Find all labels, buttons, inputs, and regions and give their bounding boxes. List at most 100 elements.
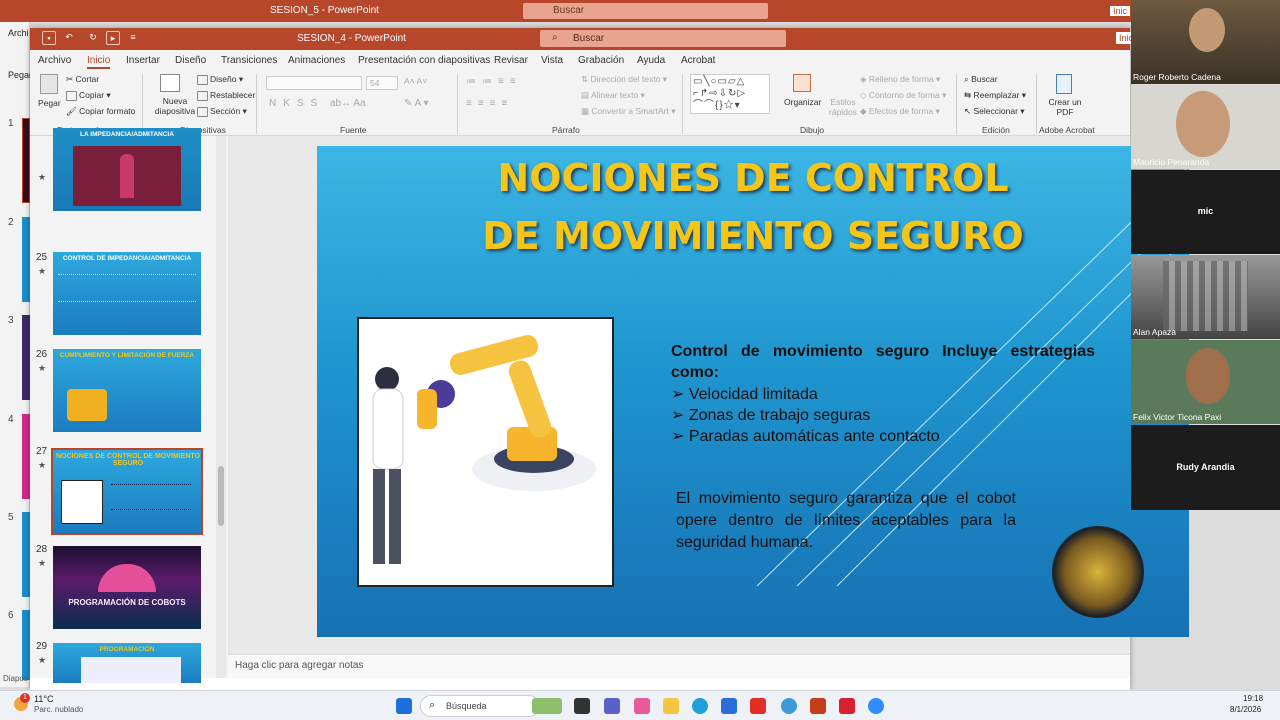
tab-insertar[interactable]: Insertar — [126, 55, 160, 66]
back-paste-partial[interactable]: Pegar — [8, 70, 32, 80]
powerpoint-taskbar-icon[interactable] — [810, 698, 826, 714]
shape-outline-button[interactable]: ◇ Contorno de forma ▾ — [860, 90, 946, 101]
tab-revisar[interactable]: Revisar — [494, 55, 528, 66]
back-thumb[interactable] — [22, 315, 30, 400]
back-slide-number[interactable]: 5 — [8, 512, 14, 523]
participant-video[interactable]: Roger Roberto Cadena — [1131, 0, 1280, 84]
edge-icon[interactable] — [692, 698, 708, 714]
quick-styles-button[interactable]: Estilos rápidos — [826, 97, 860, 117]
tab-diseno[interactable]: Diseño — [175, 55, 206, 66]
shape-effects-button[interactable]: ◆ Efectos de forma ▾ — [860, 106, 940, 117]
section-button[interactable]: Sección ▾ — [197, 106, 247, 117]
back-thumb[interactable] — [22, 414, 30, 499]
tab-inicio[interactable]: Inicio — [87, 55, 111, 69]
new-slide-icon[interactable] — [160, 74, 180, 92]
back-user-button[interactable]: Inic — [1110, 6, 1131, 16]
undo-icon[interactable]: ↶ — [62, 31, 76, 45]
clock-time[interactable]: 19:18 — [1243, 694, 1263, 703]
tab-vista[interactable]: Vista — [541, 55, 563, 66]
copilot-icon[interactable] — [634, 698, 650, 714]
tab-transiciones[interactable]: Transiciones — [221, 55, 277, 66]
back-slide-number[interactable]: 6 — [8, 610, 14, 621]
weather-desc[interactable]: Parc. nublado — [34, 705, 83, 714]
slide-thumbnail[interactable]: CUMPLIMIENTO Y LIMITACIÓN DE FUERZA — [53, 349, 201, 432]
tab-archivo[interactable]: Archivo — [38, 55, 71, 66]
participant-tile[interactable]: Rudy Arandia — [1131, 425, 1280, 510]
participant-video[interactable]: Mauricio Penaranda — [1131, 85, 1280, 169]
zoom-icon[interactable] — [868, 698, 884, 714]
font-family-select[interactable] — [266, 76, 362, 90]
clock-date[interactable]: 8/1/2026 — [1230, 705, 1261, 714]
layout-button[interactable]: Diseño ▾ — [197, 74, 243, 85]
redo-icon[interactable]: ↻ — [86, 31, 100, 45]
find-button[interactable]: ⌕ Buscar — [964, 74, 998, 85]
back-thumb[interactable] — [22, 610, 30, 680]
customize-qat-icon[interactable]: ≡ — [126, 31, 140, 45]
tab-presentacion[interactable]: Presentación con diapositivas — [358, 55, 490, 66]
notes-pane[interactable]: Haga clic para agregar notas — [228, 654, 1130, 678]
search-box[interactable]: ⌕ Buscar — [540, 30, 786, 47]
tab-ayuda[interactable]: Ayuda — [637, 55, 665, 66]
text-direction-button[interactable]: ⇅ Dirección del texto ▾ — [581, 74, 667, 85]
slide-thumbnails-pane[interactable]: ★ LA IMPEDANCIA/ADMITANCIA 25 ★ CONTROL … — [30, 128, 228, 683]
align-text-button[interactable]: ▤ Alinear texto ▾ — [581, 90, 645, 101]
widgets-icon[interactable] — [532, 698, 562, 714]
teams-icon[interactable] — [604, 698, 620, 714]
font-format-buttons[interactable]: NKSS — [269, 98, 324, 109]
shapes-gallery[interactable]: ▭╲○▭▱△ ⌐↱⇨⇩↻▷ ⌒⌒{}☆▾ — [690, 74, 770, 114]
back-search-box[interactable]: Buscar — [523, 3, 768, 19]
back-thumb[interactable] — [22, 118, 30, 203]
store-icon[interactable] — [721, 698, 737, 714]
arrange-icon[interactable] — [793, 74, 811, 92]
back-menu-partial[interactable]: Archi — [8, 28, 29, 38]
new-slide-button[interactable]: Nueva diapositiva — [148, 96, 202, 116]
font-grow-icon[interactable]: A˄ A˅ — [404, 76, 427, 86]
smartart-button[interactable]: ▦ Convertir a SmartArt ▾ — [581, 106, 676, 117]
task-view-icon[interactable] — [574, 698, 590, 714]
present-icon[interactable]: ▸ — [106, 31, 120, 45]
reset-button[interactable]: Restablecer — [197, 90, 255, 101]
align-buttons[interactable]: ≡≡≡≡ — [466, 98, 513, 109]
font-size-select[interactable]: 54 — [366, 76, 398, 90]
cut-button[interactable]: ✂ Cortar — [66, 74, 99, 85]
shape-fill-button[interactable]: ◈ Relleno de forma ▾ — [860, 74, 940, 85]
paste-icon[interactable] — [40, 74, 58, 94]
chrome-icon[interactable] — [781, 698, 797, 714]
pdf-icon[interactable] — [1056, 74, 1072, 94]
paste-button[interactable]: Pegar — [38, 98, 61, 108]
weather-temp[interactable]: 11°C — [34, 694, 53, 704]
tab-grabacion[interactable]: Grabación — [578, 55, 624, 66]
wps-icon[interactable] — [839, 698, 855, 714]
save-icon[interactable]: ▪ — [42, 31, 56, 45]
arrange-button[interactable]: Organizar — [784, 97, 821, 107]
back-thumb[interactable] — [22, 217, 30, 302]
font-color-icon[interactable]: ✎ A ▾ — [404, 98, 429, 109]
list-buttons[interactable]: ≔≔≡≡ — [466, 76, 522, 87]
file-explorer-icon[interactable] — [663, 698, 679, 714]
slide-thumbnail[interactable]: LA IMPEDANCIA/ADMITANCIA — [53, 128, 201, 211]
current-slide[interactable]: NOCIONES DE CONTROL DE MOVIMIENTO SEGURO… — [317, 146, 1189, 637]
windows-start-icon[interactable] — [396, 698, 412, 714]
tab-animaciones[interactable]: Animaciones — [288, 55, 345, 66]
participant-video[interactable]: Alan Apaza — [1131, 255, 1280, 339]
taskbar-search-box[interactable]: ⌕ Búsqueda — [420, 695, 540, 717]
create-pdf-button[interactable]: Crear un PDF — [1048, 97, 1082, 117]
copy-button[interactable]: Copiar ▾ — [66, 90, 111, 101]
participant-video[interactable]: Felix Victor Ticona Paxi — [1131, 340, 1280, 424]
select-button[interactable]: ↖ Seleccionar ▾ — [964, 106, 1025, 117]
back-thumb[interactable] — [22, 512, 30, 597]
scrollbar-thumb[interactable] — [218, 466, 224, 526]
slide-thumbnail-selected[interactable]: NOCIONES DE CONTROL DE MOVIMIENTO SEGURO — [51, 448, 203, 535]
back-slide-number[interactable]: 3 — [8, 315, 14, 326]
back-slide-number[interactable]: 4 — [8, 414, 14, 425]
back-slide-number[interactable]: 2 — [8, 217, 14, 228]
participant-tile[interactable]: mic — [1131, 170, 1280, 254]
tab-acrobat[interactable]: Acrobat — [681, 55, 715, 66]
replace-button[interactable]: ⇆ Reemplazar ▾ — [964, 90, 1026, 101]
back-slide-number[interactable]: 1 — [8, 118, 14, 129]
slide-thumbnail[interactable]: PROGRAMACIÓN DE COBOTS — [53, 546, 201, 629]
char-spacing-icon[interactable]: ab↔ Aa — [330, 98, 366, 109]
slide-thumbnail[interactable]: PROGRAMACIÓN — [53, 643, 201, 683]
thumbnails-scrollbar[interactable] — [216, 136, 226, 678]
youtube-icon[interactable] — [750, 698, 766, 714]
